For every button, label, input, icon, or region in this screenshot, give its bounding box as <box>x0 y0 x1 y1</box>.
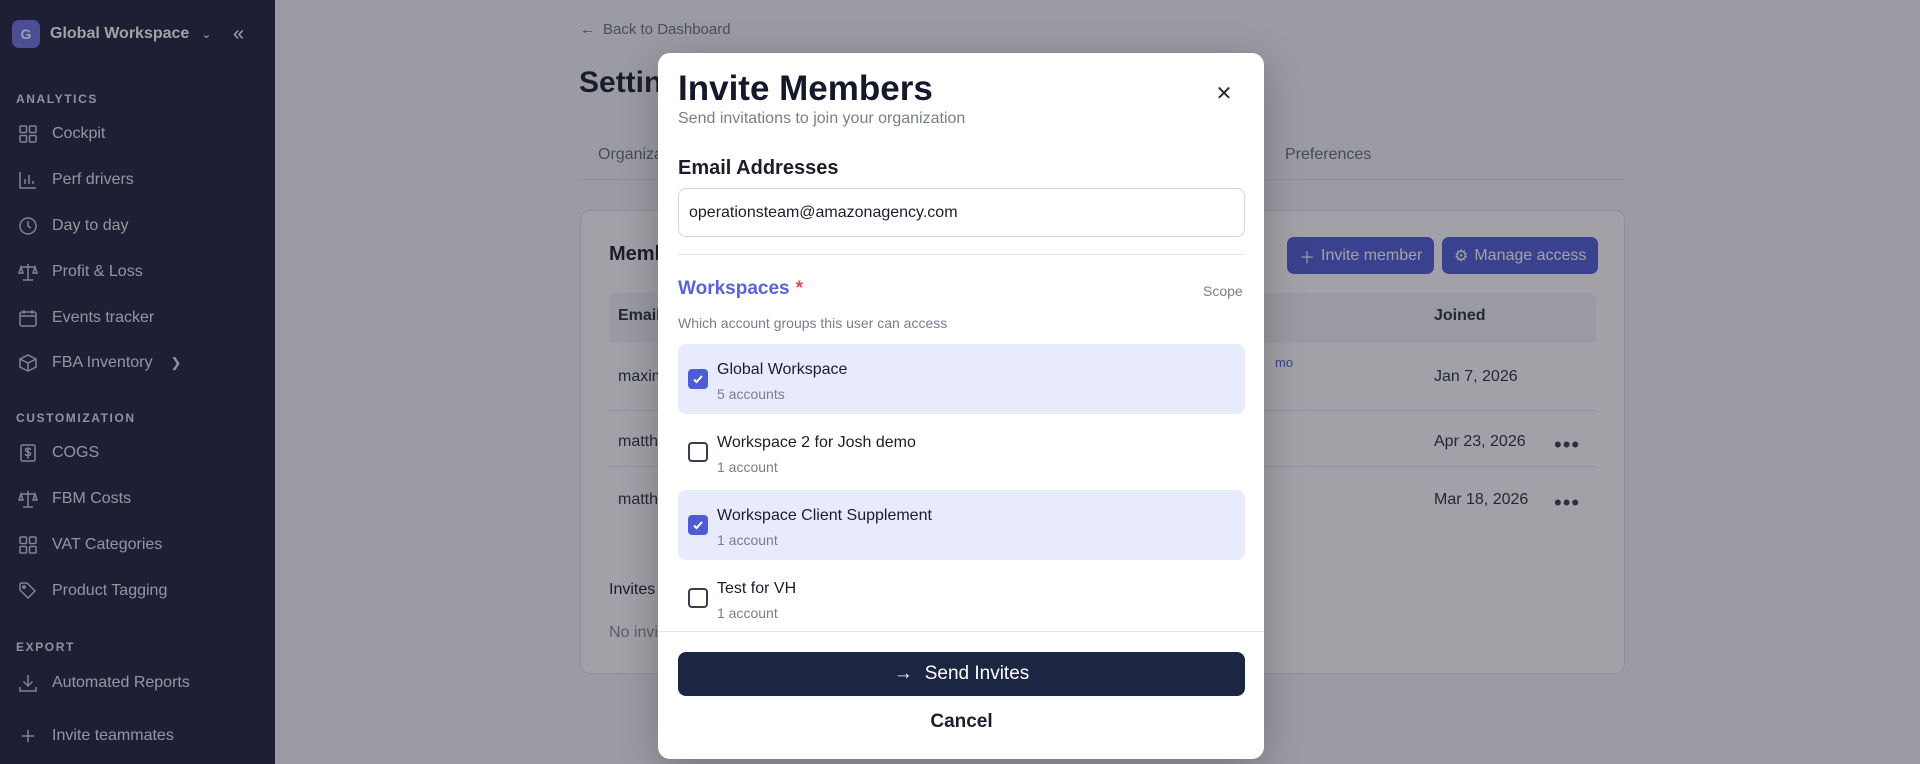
required-mark: * <box>795 278 804 299</box>
workspace-name: Workspace Client Supplement <box>717 507 932 524</box>
workspace-option[interactable]: Global Workspace 5 accounts <box>678 344 1245 414</box>
email-addresses-label: Email Addresses <box>678 157 839 179</box>
checkbox-unchecked[interactable] <box>688 442 708 462</box>
scope-label: Scope <box>1203 283 1243 299</box>
divider <box>678 254 1245 255</box>
workspace-option[interactable]: Test for VH 1 account <box>678 563 1245 631</box>
workspace-list[interactable]: Global Workspace 5 accounts Workspace 2 … <box>678 344 1245 631</box>
checkbox-unchecked[interactable] <box>688 588 708 608</box>
workspaces-help-text: Which account groups this user can acces… <box>678 315 948 331</box>
workspace-name: Workspace 2 for Josh demo <box>717 434 916 451</box>
checkbox-checked[interactable] <box>688 369 708 389</box>
invite-members-modal: Invite Members Send invitations to join … <box>658 53 1264 759</box>
cancel-button[interactable]: Cancel <box>678 706 1245 738</box>
close-icon[interactable]: ✕ <box>1206 75 1242 111</box>
workspace-account-count: 1 account <box>717 459 778 475</box>
checkbox-checked[interactable] <box>688 515 708 535</box>
modal-title: Invite Members <box>678 69 933 108</box>
workspace-option[interactable]: Workspace Client Supplement 1 account <box>678 490 1245 560</box>
workspaces-label-text: Workspaces <box>678 278 790 299</box>
workspace-account-count: 1 account <box>717 605 778 621</box>
workspace-option[interactable]: Workspace 2 for Josh demo 1 account <box>678 417 1245 487</box>
workspace-name: Global Workspace <box>717 361 848 378</box>
send-invites-label: Send Invites <box>924 663 1030 684</box>
workspace-account-count: 5 accounts <box>717 386 785 402</box>
workspace-name: Test for VH <box>717 580 797 597</box>
workspaces-label: Workspaces * <box>678 278 803 300</box>
footer-divider <box>658 631 1264 632</box>
email-addresses-input[interactable] <box>678 188 1245 237</box>
modal-subtitle: Send invitations to join your organizati… <box>678 110 966 127</box>
workspace-account-count: 1 account <box>717 532 778 548</box>
arrow-right-icon: → <box>893 663 913 684</box>
send-invites-button[interactable]: → Send Invites <box>678 652 1245 696</box>
